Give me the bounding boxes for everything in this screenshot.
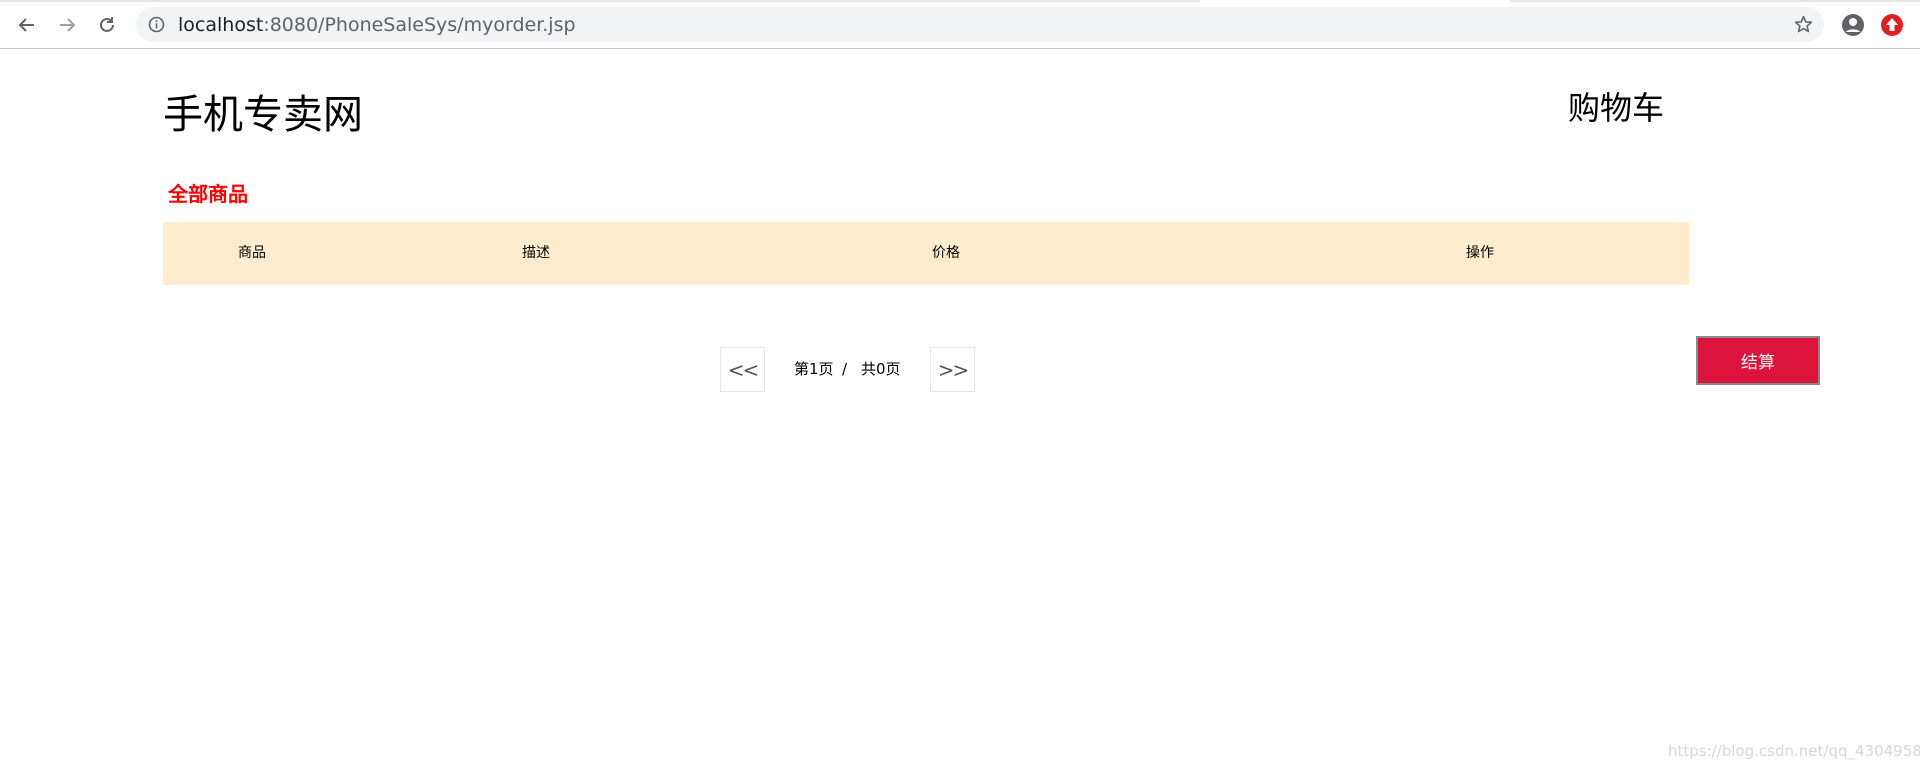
url-host: localhost [178,14,264,36]
back-button[interactable] [12,10,42,40]
browser-toolbar: localhost:8080/PhoneSaleSys/myorder.jsp [0,0,1920,49]
order-table-header: 商品 描述 价格 操作 [163,222,1689,285]
reload-icon [100,17,114,32]
column-header-product: 商品 [238,245,266,261]
current-page-label: 第1页 [794,360,834,378]
arrow-right-icon [60,18,76,32]
extension-icon[interactable] [1880,13,1904,37]
loading-bar-segment [1510,0,1920,2]
address-bar[interactable]: localhost:8080/PhoneSaleSys/myorder.jsp [136,7,1824,42]
checkout-button[interactable]: 结算 [1696,336,1820,385]
forward-button[interactable] [52,10,82,40]
star-icon[interactable] [1793,14,1814,35]
arrow-left-icon [18,18,34,32]
column-header-price: 价格 [932,245,960,261]
pager-separator: / [842,360,848,378]
watermark-text: https://blog.csdn.net/qq_43049583 [1668,742,1920,760]
column-header-actions: 操作 [1466,245,1494,261]
prev-page-button[interactable]: << [720,347,765,392]
profile-avatar-icon[interactable] [1841,13,1865,37]
url-path: :8080/PhoneSaleSys/myorder.jsp [263,14,576,36]
loading-bar [0,0,1200,2]
total-pages-label: 共0页 [861,360,901,378]
reload-button[interactable] [92,10,122,40]
url-text[interactable]: localhost:8080/PhoneSaleSys/myorder.jsp [178,13,576,37]
site-title: 手机专卖网 [163,92,363,138]
section-title: 全部商品 [168,182,248,206]
cart-title: 购物车 [1568,89,1665,127]
info-icon[interactable] [148,16,165,33]
next-page-button[interactable]: >> [930,347,975,392]
column-header-description: 描述 [522,245,550,261]
